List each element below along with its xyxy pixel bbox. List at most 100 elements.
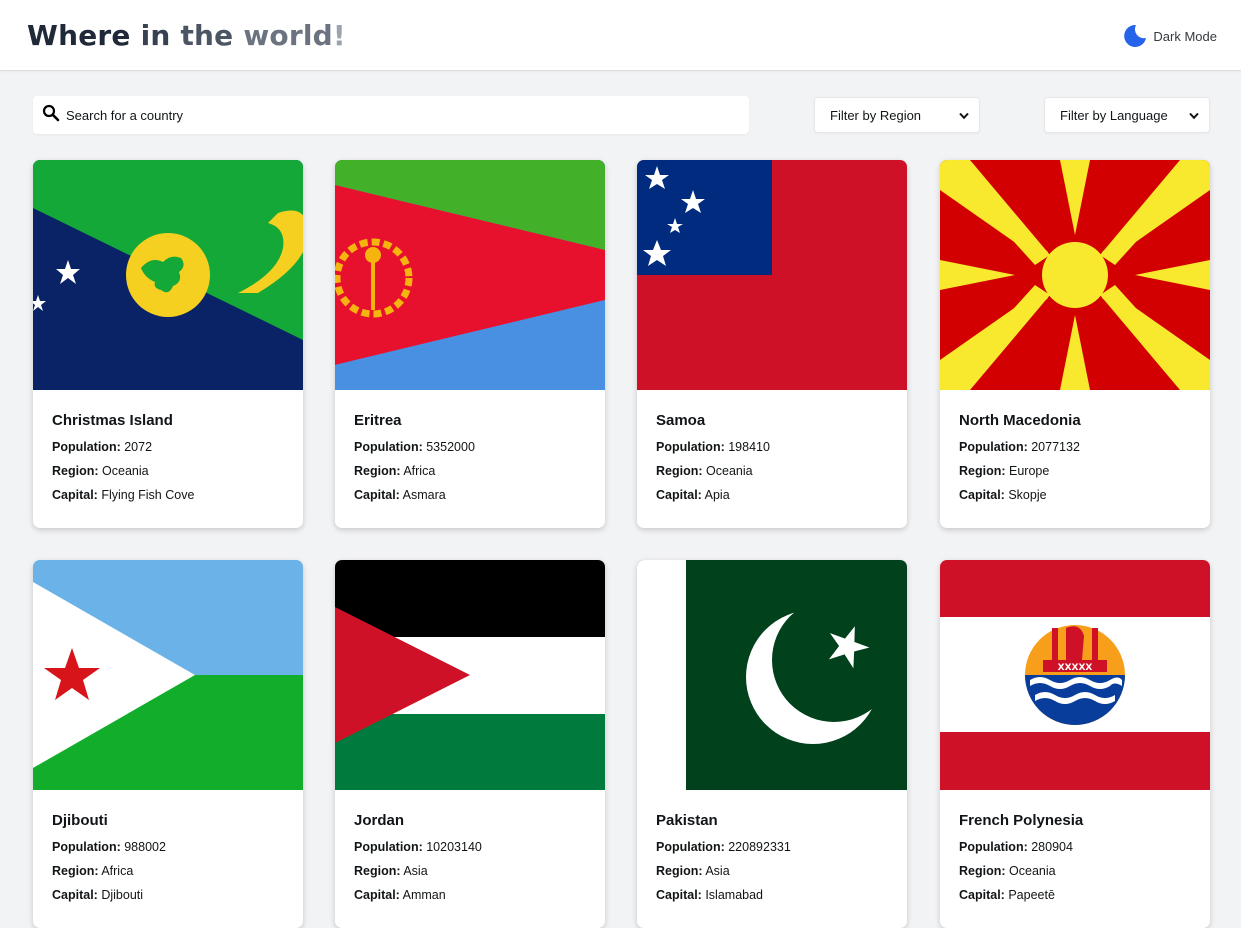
region-row: Region: Oceania: [959, 864, 1191, 878]
capital-row: Capital: Flying Fish Cove: [52, 488, 284, 502]
capital-label: Capital:: [656, 488, 702, 502]
region-filter-label: Filter by Region: [830, 107, 922, 123]
population-label: Population:: [959, 440, 1028, 454]
country-card[interactable]: Pakistan Population: 220892331 Region: A…: [637, 560, 907, 928]
chevron-down-icon: [1189, 108, 1199, 123]
region-value: Asia: [705, 864, 730, 878]
dark-mode-label: Dark Mode: [1153, 28, 1217, 44]
christmas-island-flag-image: [33, 160, 303, 390]
north-macedonia-flag-image: [940, 160, 1210, 390]
region-row: Region: Oceania: [52, 464, 284, 478]
country-card[interactable]: Djibouti Population: 988002 Region: Afri…: [33, 560, 303, 928]
capital-row: Capital: Skopje: [959, 488, 1191, 502]
svg-text:XXXXX: XXXXX: [1058, 663, 1093, 673]
country-card[interactable]: Jordan Population: 10203140 Region: Asia…: [335, 560, 605, 928]
population-label: Population:: [354, 440, 423, 454]
country-name: Samoa: [656, 412, 706, 429]
region-value: Oceania: [706, 464, 753, 478]
country-name: Christmas Island: [52, 412, 173, 429]
region-label: Region:: [959, 864, 1006, 878]
chevron-down-icon: [959, 108, 969, 123]
population-value: 10203140: [426, 840, 482, 854]
samoa-flag-image: [637, 160, 907, 390]
moon-icon: [1121, 23, 1147, 49]
eritrea-flag-image: [335, 160, 605, 390]
population-row: Population: 198410: [656, 440, 888, 454]
country-card[interactable]: Eritrea Population: 5352000 Region: Afri…: [335, 160, 605, 528]
capital-value: Djibouti: [101, 888, 144, 902]
jordan-flag-image: [335, 560, 605, 790]
capital-label: Capital:: [354, 488, 400, 502]
population-label: Population:: [354, 840, 423, 854]
population-label: Population:: [656, 840, 725, 854]
population-row: Population: 2072: [52, 440, 284, 454]
pakistan-flag-image: [637, 560, 907, 790]
capital-value: Amman: [402, 888, 446, 902]
title-part: !: [332, 19, 346, 52]
region-row: Region: Oceania: [656, 464, 888, 478]
country-name: Eritrea: [354, 412, 402, 429]
region-label: Region:: [354, 464, 401, 478]
capital-row: Capital: Amman: [354, 888, 586, 902]
capital-value: Islamabad: [705, 888, 764, 902]
capital-value: Papeetē: [1008, 888, 1055, 902]
title-part: Where: [27, 19, 141, 52]
capital-label: Capital:: [959, 488, 1005, 502]
population-label: Population:: [959, 840, 1028, 854]
population-value: 988002: [124, 840, 166, 854]
population-label: Population:: [52, 440, 121, 454]
region-value: Asia: [403, 864, 428, 878]
country-name: Pakistan: [656, 812, 718, 829]
population-label: Population:: [52, 840, 121, 854]
page-title: Where in the world!: [27, 19, 346, 52]
country-name: Djibouti: [52, 812, 108, 829]
language-filter-select[interactable]: Filter by Language: [1044, 97, 1210, 133]
population-row: Population: 988002: [52, 840, 284, 854]
capital-row: Capital: Papeetē: [959, 888, 1191, 902]
region-label: Region:: [52, 864, 99, 878]
region-label: Region:: [656, 864, 703, 878]
capital-row: Capital: Islamabad: [656, 888, 888, 902]
search-icon: [42, 104, 60, 127]
country-name: French Polynesia: [959, 812, 1084, 829]
population-row: Population: 2077132: [959, 440, 1191, 454]
djibouti-flag-image: [33, 560, 303, 790]
country-card[interactable]: Christmas Island Population: 2072 Region…: [33, 160, 303, 528]
search-box: [33, 96, 749, 134]
region-row: Region: Africa: [354, 464, 586, 478]
search-input[interactable]: [60, 96, 749, 134]
region-value: Oceania: [1009, 864, 1056, 878]
population-value: 2072: [124, 440, 153, 454]
capital-row: Capital: Asmara: [354, 488, 586, 502]
capital-label: Capital:: [52, 888, 98, 902]
capital-label: Capital:: [656, 888, 702, 902]
region-row: Region: Europe: [959, 464, 1191, 478]
capital-row: Capital: Djibouti: [52, 888, 284, 902]
population-label: Population:: [656, 440, 725, 454]
population-value: 198410: [728, 440, 770, 454]
region-label: Region:: [354, 864, 401, 878]
region-label: Region:: [959, 464, 1006, 478]
population-value: 280904: [1031, 840, 1073, 854]
title-part: in: [140, 19, 181, 52]
title-part: world: [243, 19, 333, 52]
region-label: Region:: [656, 464, 703, 478]
country-card[interactable]: North Macedonia Population: 2077132 Regi…: [940, 160, 1210, 528]
country-name: Jordan: [354, 812, 405, 829]
population-value: 220892331: [728, 840, 791, 854]
title-part: the: [180, 19, 244, 52]
population-row: Population: 220892331: [656, 840, 888, 854]
population-row: Population: 10203140: [354, 840, 586, 854]
country-card[interactable]: Samoa Population: 198410 Region: Oceania…: [637, 160, 907, 528]
country-card[interactable]: XXXXX French Polynesia Population: 28090…: [940, 560, 1210, 928]
capital-value: Asmara: [402, 488, 446, 502]
region-filter-select[interactable]: Filter by Region: [814, 97, 980, 133]
region-value: Africa: [403, 464, 436, 478]
dark-mode-toggle[interactable]: Dark Mode: [1121, 22, 1217, 50]
capital-label: Capital:: [52, 488, 98, 502]
french-polynesia-flag-image: XXXXX: [940, 560, 1210, 790]
capital-row: Capital: Apia: [656, 488, 888, 502]
region-value: Africa: [101, 864, 134, 878]
region-value: Europe: [1009, 464, 1050, 478]
capital-value: Flying Fish Cove: [101, 488, 195, 502]
